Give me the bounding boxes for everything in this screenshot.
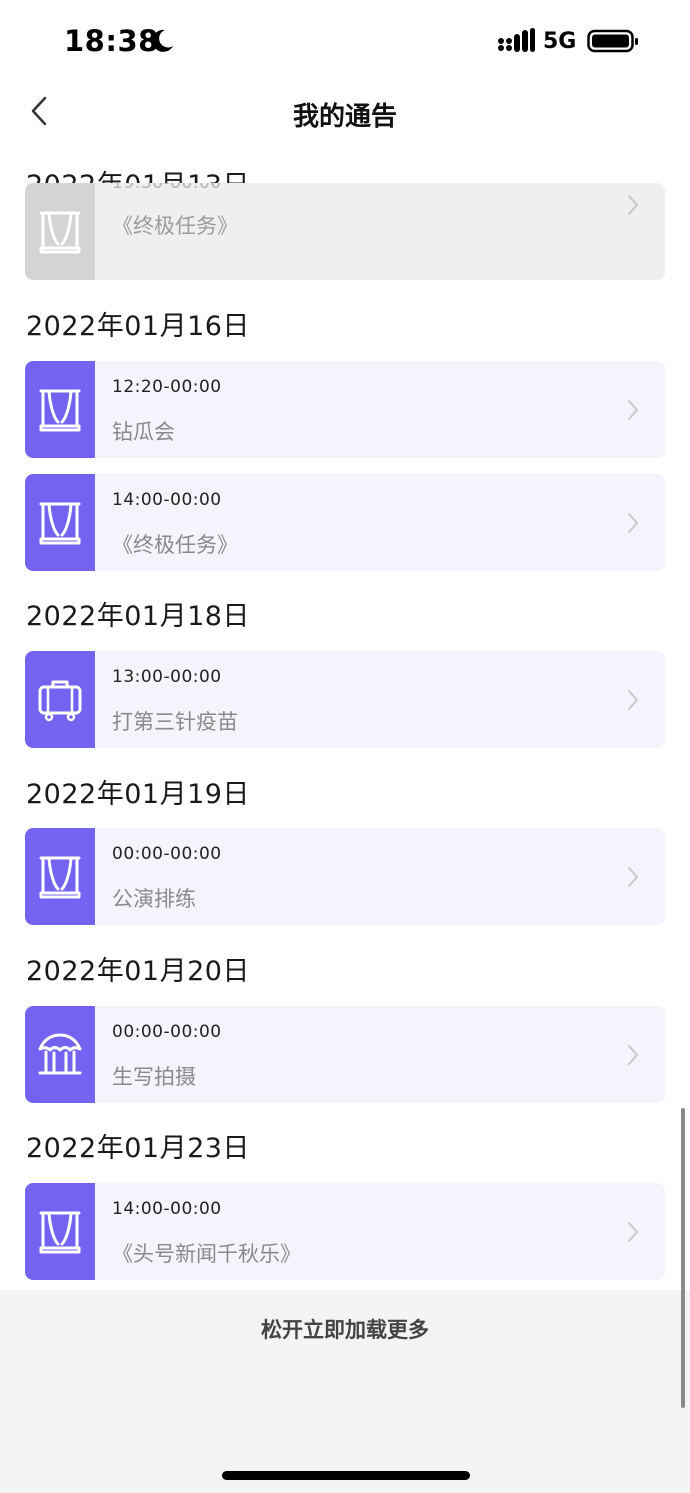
moon-icon [152, 29, 173, 52]
card-icon-container [25, 651, 95, 748]
home-indicator[interactable] [222, 1471, 470, 1480]
chevron-right-icon [628, 1222, 638, 1242]
card-icon-container [25, 828, 95, 925]
suitcase-icon [38, 680, 82, 721]
stage-curtain-icon [39, 856, 81, 898]
date-header: 2022年01月23日 [26, 1133, 250, 1164]
card-icon-container [25, 361, 95, 458]
schedule-card[interactable]: 19:30-00:00 《终极任务》 [25, 183, 665, 280]
schedule-list[interactable]: 2022年01月13日 19:30-00:00 《终极任务》 2022年01月1… [0, 144, 690, 1290]
schedule-card[interactable]: 00:00-00:00 公演排练 [25, 828, 665, 925]
card-title: 《终极任务》 [112, 533, 238, 557]
card-title: 生写拍摄 [112, 1065, 196, 1089]
chevron-right-icon [628, 513, 638, 533]
card-icon-container [25, 183, 95, 280]
schedule-card[interactable]: 00:00-00:00 生写拍摄 [25, 1006, 665, 1103]
card-title: 《终极任务》 [112, 214, 238, 238]
card-time: 00:00-00:00 [112, 1022, 222, 1042]
battery-icon [587, 29, 638, 53]
date-header: 2022年01月16日 [26, 311, 250, 342]
card-time: 14:00-00:00 [112, 1199, 222, 1219]
chevron-right-icon [628, 867, 638, 887]
chevron-right-icon [628, 690, 638, 710]
schedule-card[interactable]: 14:00-00:00 《头号新闻千秋乐》 [25, 1183, 665, 1280]
signal-icon [498, 28, 535, 52]
card-title: 打第三针疫苗 [112, 710, 238, 734]
date-header: 2022年01月20日 [26, 956, 250, 987]
schedule-card[interactable]: 13:00-00:00 打第三针疫苗 [25, 651, 665, 748]
card-icon-container [25, 1006, 95, 1103]
card-icon-container [25, 474, 95, 571]
date-header: 2022年01月18日 [26, 601, 250, 632]
stage-curtain-icon [39, 389, 81, 431]
scrollbar[interactable] [681, 1108, 685, 1408]
card-time: 12:20-00:00 [112, 377, 222, 397]
card-icon-container [25, 1183, 95, 1280]
chevron-right-icon [628, 195, 638, 215]
schedule-card[interactable]: 12:20-00:00 钻瓜会 [25, 361, 665, 458]
stage-curtain-icon [39, 211, 81, 253]
card-title: 公演排练 [112, 887, 196, 911]
card-title: 《头号新闻千秋乐》 [112, 1242, 301, 1266]
status-bar: 18:38 5G [0, 0, 690, 84]
pavilion-icon [38, 1033, 82, 1074]
card-time: 14:00-00:00 [112, 490, 222, 510]
stage-curtain-icon [39, 502, 81, 544]
card-time: 19:30-00:00 [112, 183, 222, 193]
card-time: 00:00-00:00 [112, 844, 222, 864]
stage-curtain-icon [39, 1211, 81, 1253]
schedule-card[interactable]: 14:00-00:00 《终极任务》 [25, 474, 665, 571]
date-header: 2022年01月19日 [26, 779, 250, 810]
load-more-label: 松开立即加载更多 [261, 1318, 429, 1342]
status-time: 18:38 [64, 24, 159, 58]
chevron-right-icon [628, 400, 638, 420]
card-time: 13:00-00:00 [112, 667, 222, 687]
load-more-footer[interactable]: 松开立即加载更多 [0, 1290, 690, 1493]
card-title: 钻瓜会 [112, 420, 175, 444]
page-title: 我的通告 [292, 102, 397, 132]
nav-bar: 我的通告 [0, 84, 690, 144]
network-label: 5G [543, 29, 577, 54]
chevron-right-icon [628, 1045, 638, 1065]
